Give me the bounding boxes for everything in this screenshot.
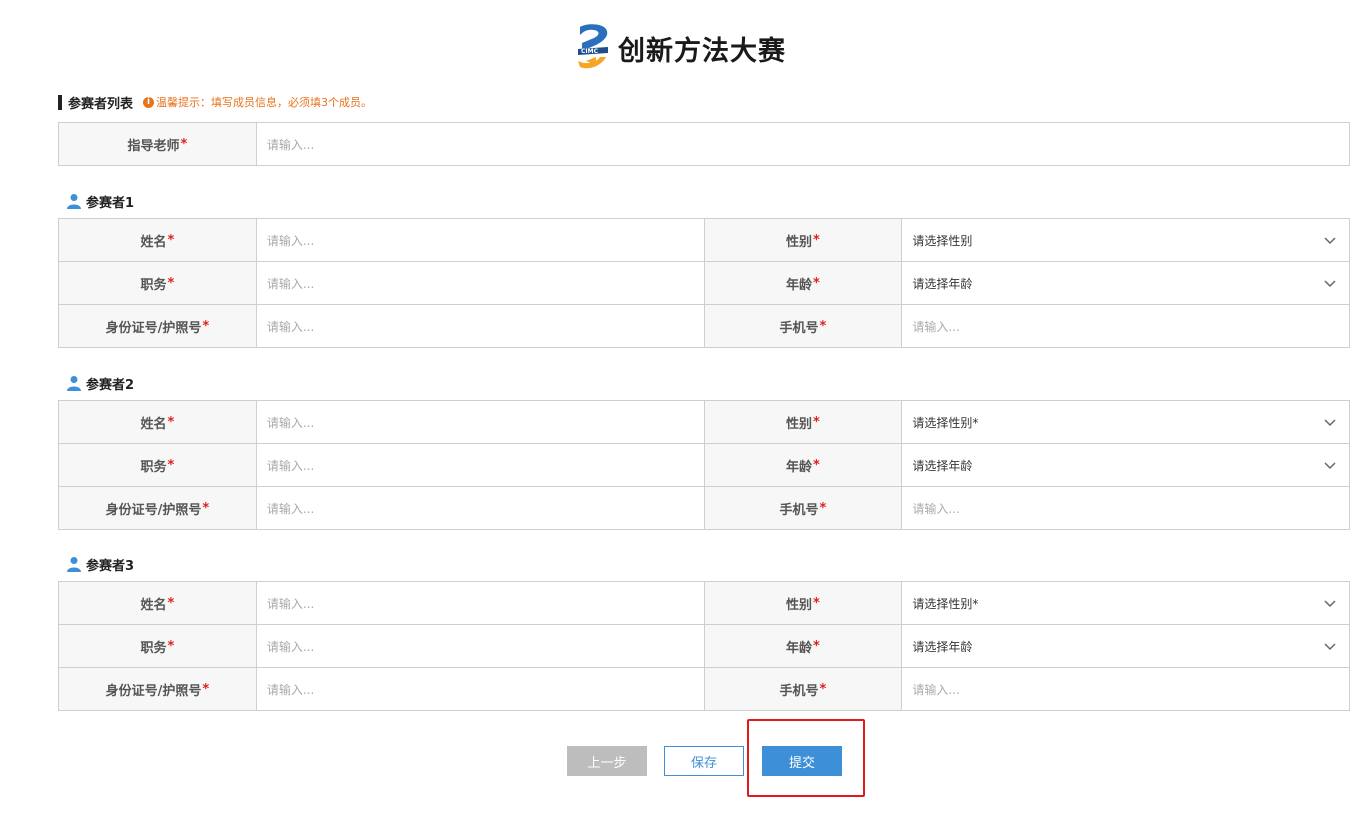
gender-label: 性别 *: [704, 582, 903, 625]
position-label: 职务 *: [59, 625, 257, 668]
phone-label: 手机号 *: [704, 305, 903, 348]
advisor-row: 指导老师 * 请输入...: [59, 123, 1350, 166]
tip-text: 温馨提示：填写成员信息，必须填3个成员。: [156, 96, 373, 109]
table-row: 职务 * 请输入... 年龄 * 请选择年龄: [59, 625, 1350, 668]
site-title: 创新方法大赛: [618, 35, 786, 67]
advisor-table: 指导老师 * 请输入...: [58, 122, 1350, 166]
id-input[interactable]: 请输入...: [256, 305, 705, 348]
user-icon: [67, 557, 81, 572]
participant-2-table: 姓名 * 请输入... 性别 * 请选择性别* 职务 * 请输入... 年龄 * 请选择…: [58, 400, 1350, 530]
gender-label: 性别 *: [704, 401, 903, 444]
logo: CIMC 创新方法大赛: [572, 21, 786, 75]
chevron-down-icon: [1324, 419, 1336, 427]
info-icon: i: [143, 96, 155, 108]
table-row: 姓名 * 请输入... 性别 * 请选择性别*: [59, 582, 1350, 625]
chevron-down-icon: [1324, 643, 1336, 651]
table-row: 姓名 * 请输入... 性别 * 请选择性别*: [59, 401, 1350, 444]
table-row: 职务 * 请输入... 年龄 * 请选择年龄: [59, 444, 1350, 487]
phone-label: 手机号 *: [704, 487, 903, 530]
logo-badge-text: CIMC: [581, 48, 599, 55]
participant-3-title: 参赛者3: [66, 555, 134, 574]
participant-3-table: 姓名 * 请输入... 性别 * 请选择性别* 职务 * 请输入... 年龄 * 请选择…: [58, 581, 1350, 711]
user-icon: [67, 376, 81, 391]
advisor-input[interactable]: 请输入...: [256, 123, 1350, 166]
participant-1-title: 参赛者1: [66, 192, 134, 211]
prev-button[interactable]: 上一步: [567, 746, 647, 776]
age-select[interactable]: 请选择年龄: [902, 625, 1350, 668]
gender-select[interactable]: 请选择性别*: [902, 582, 1350, 625]
table-row: 身份证号/护照号 * 请输入... 手机号 * 请输入...: [59, 487, 1350, 530]
position-input[interactable]: 请输入...: [256, 625, 705, 668]
id-label: 身份证号/护照号 *: [59, 305, 257, 348]
advisor-label: 指导老师 *: [59, 123, 257, 166]
chevron-down-icon: [1324, 600, 1336, 608]
name-input[interactable]: 请输入...: [256, 219, 705, 262]
phone-input[interactable]: 请输入...: [902, 487, 1350, 530]
id-input[interactable]: 请输入...: [256, 668, 705, 711]
section-label: 参赛者列表: [68, 96, 134, 112]
name-label: 姓名 *: [59, 401, 257, 444]
table-row: 身份证号/护照号 * 请输入... 手机号 * 请输入...: [59, 668, 1350, 711]
id-label: 身份证号/护照号 *: [59, 487, 257, 530]
position-input[interactable]: 请输入...: [256, 444, 705, 487]
page-header: CIMC 创新方法大赛: [0, 18, 1358, 78]
gender-select[interactable]: 请选择性别: [902, 219, 1350, 262]
phone-label: 手机号 *: [704, 668, 903, 711]
tip: i 温馨提示：填写成员信息，必须填3个成员。: [143, 94, 372, 110]
gender-select[interactable]: 请选择性别*: [902, 401, 1350, 444]
age-select[interactable]: 请选择年龄: [902, 262, 1350, 305]
gender-label: 性别 *: [704, 219, 903, 262]
age-select[interactable]: 请选择年龄: [902, 444, 1350, 487]
age-label: 年龄 *: [704, 625, 903, 668]
name-label: 姓名 *: [59, 219, 257, 262]
table-row: 职务 * 请输入... 年龄 * 请选择年龄: [59, 262, 1350, 305]
chevron-down-icon: [1324, 462, 1336, 470]
table-row: 姓名 * 请输入... 性别 * 请选择性别: [59, 219, 1350, 262]
age-label: 年龄 *: [704, 444, 903, 487]
participant-1-table: 姓名 * 请输入... 性别 * 请选择性别 职务 * 请输入... 年龄 * 请选择年…: [58, 218, 1350, 348]
position-label: 职务 *: [59, 444, 257, 487]
name-label: 姓名 *: [59, 582, 257, 625]
participant-2-title: 参赛者2: [66, 374, 134, 393]
cimc-logo-icon: CIMC: [578, 24, 608, 69]
chevron-down-icon: [1324, 237, 1336, 245]
id-label: 身份证号/护照号 *: [59, 668, 257, 711]
section-bar: [58, 94, 62, 110]
section-title: 参赛者列表 i 温馨提示：填写成员信息，必须填3个成员。: [58, 94, 372, 112]
save-button[interactable]: 保存: [664, 746, 744, 776]
name-input[interactable]: 请输入...: [256, 401, 705, 444]
chevron-down-icon: [1324, 280, 1336, 288]
position-label: 职务 *: [59, 262, 257, 305]
id-input[interactable]: 请输入...: [256, 487, 705, 530]
user-icon: [67, 194, 81, 209]
phone-input[interactable]: 请输入...: [902, 668, 1350, 711]
submit-highlight-box: [747, 719, 865, 797]
position-input[interactable]: 请输入...: [256, 262, 705, 305]
phone-input[interactable]: 请输入...: [902, 305, 1350, 348]
name-input[interactable]: 请输入...: [256, 582, 705, 625]
table-row: 身份证号/护照号 * 请输入... 手机号 * 请输入...: [59, 305, 1350, 348]
age-label: 年龄 *: [704, 262, 903, 305]
